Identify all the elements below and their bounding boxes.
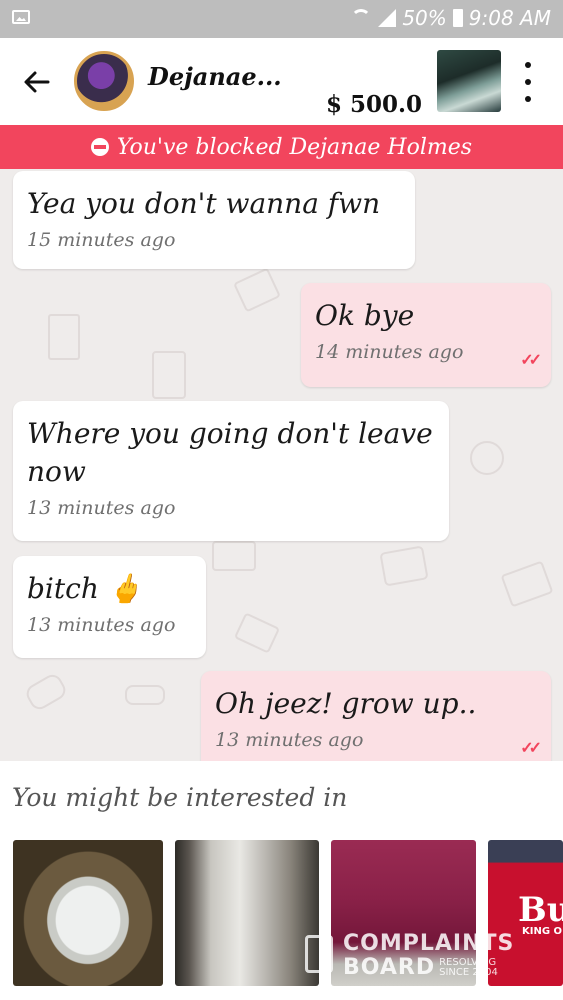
clock: 9:08 AM [468,6,551,30]
signal-icon [378,9,397,27]
contact-avatar[interactable] [74,51,134,111]
item-logo-subtext: KING O [522,926,563,937]
message-text: Oh jeez! grow up.. [215,687,477,720]
back-arrow-icon [24,71,50,93]
item-logo-text: Bu [518,890,563,930]
blocked-banner: You've blocked Dejanae Holmes [0,125,563,169]
watermark-line1: COMPLAINTS [343,931,515,956]
listing-price: $ 500.0 [326,91,423,118]
message-bubble-incoming[interactable]: Where you going don't leave now 13 minut… [13,401,449,541]
listing-thumbnail[interactable] [437,50,501,112]
contact-name[interactable]: Dejanae... [148,62,282,91]
message-time: 14 minutes ago [315,340,464,363]
message-bubble-incoming[interactable]: bitch 🖕 13 minutes ago [13,556,206,658]
wifi-icon [350,9,372,27]
read-receipt-icon: ✓✓ [520,738,542,757]
message-bubble-outgoing[interactable]: Oh jeez! grow up.. 13 minutes ago ✓✓ [201,671,551,761]
blocked-icon [90,138,109,156]
message-time: 13 minutes ago [215,728,364,751]
message-time: 13 minutes ago [27,613,176,636]
message-bubble-outgoing[interactable]: Ok bye 14 minutes ago ✓✓ [301,283,551,387]
suggested-item[interactable] [175,840,319,986]
battery-percent: 50% [402,6,447,30]
back-button[interactable] [20,66,52,98]
pattern-camera-icon [379,545,429,587]
watermark-line2: BOARD RESOLVING SINCE 2004 [343,955,498,980]
pattern-drill-icon [233,612,281,654]
suggested-item[interactable] [13,840,163,986]
message-text: Where you going don't leave now [27,417,433,488]
more-options-button[interactable] [519,62,537,102]
pattern-saxophone-icon [470,441,504,475]
message-bubble-incoming[interactable]: Yea you don't wanna fwn 15 minutes ago [13,171,415,269]
message-text: Yea you don't wanna fwn [27,187,381,220]
pattern-trumpet-icon [23,671,69,713]
watermark-logo-icon [305,935,333,973]
pattern-phone-icon [500,560,554,608]
pattern-pants-icon [48,314,80,360]
message-text: bitch 🖕 [27,572,143,605]
read-receipt-icon: ✓✓ [520,350,542,369]
chat-area[interactable]: Yea you don't wanna fwn 15 minutes ago O… [0,169,563,761]
pattern-gameboy-icon [233,267,281,313]
suggested-item[interactable]: Bu KING O [488,840,563,986]
message-time: 15 minutes ago [27,228,176,251]
watermark-small: RESOLVING SINCE 2004 [439,956,498,978]
blocked-text: You've blocked Dejanae Holmes [116,134,473,160]
chat-header: Dejanae... $ 500.0 [0,38,563,125]
battery-icon [452,9,463,27]
pattern-bowtie-icon [125,685,165,705]
suggestions-title: You might be interested in [12,783,348,812]
status-bar: 50% 9:08 AM [0,0,563,38]
status-indicators: 50% 9:08 AM [350,6,551,30]
image-notification-icon [12,10,30,24]
message-time: 13 minutes ago [27,496,176,519]
message-text: Ok bye [315,299,415,332]
pattern-radio-icon [212,541,256,571]
pattern-ipod-icon [152,351,186,399]
